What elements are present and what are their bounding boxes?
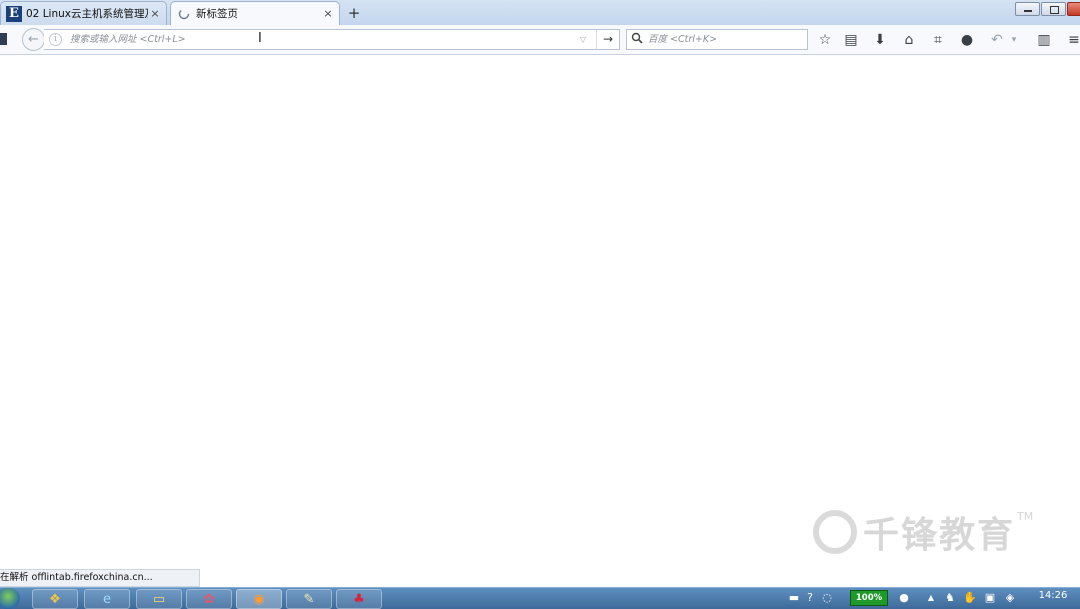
loading-icon bbox=[176, 6, 192, 22]
sidebar-icon[interactable]: ▥ bbox=[1034, 30, 1054, 50]
tab-new-tab[interactable]: 新标签页 × bbox=[170, 1, 340, 25]
tab-label: 02 Linux云主机系统管理及新 bbox=[26, 8, 148, 20]
tray-status-icon[interactable]: ◌ bbox=[820, 591, 834, 605]
tray-qq-icon[interactable]: ♞ bbox=[943, 591, 957, 605]
taskbar-explorer-icon[interactable]: ❖ bbox=[32, 589, 78, 609]
home-icon[interactable]: ⌂ bbox=[899, 30, 919, 50]
download-icon[interactable]: ⬇ bbox=[870, 30, 890, 50]
tab-linux-course[interactable]: E 02 Linux云主机系统管理及新 × bbox=[0, 1, 167, 25]
screenshot-icon[interactable]: ⌗ bbox=[928, 30, 948, 50]
maximize-button[interactable] bbox=[1041, 2, 1066, 16]
tray-app-icon[interactable]: ● bbox=[897, 591, 911, 605]
edu-favicon-icon: E bbox=[6, 5, 22, 22]
url-bar[interactable]: i ▽ → bbox=[44, 29, 620, 50]
chat-icon[interactable]: ● bbox=[957, 30, 977, 50]
watermark-logo-icon bbox=[813, 510, 857, 554]
go-arrow-icon[interactable]: → bbox=[596, 30, 619, 49]
new-tab-button[interactable]: + bbox=[345, 4, 363, 22]
search-bar[interactable] bbox=[626, 29, 808, 50]
close-window-button[interactable] bbox=[1067, 2, 1080, 16]
search-input[interactable] bbox=[648, 31, 803, 48]
taskbar-app-icon[interactable]: ✿ bbox=[186, 589, 232, 609]
back-button[interactable]: ← bbox=[22, 28, 45, 51]
menu-icon[interactable]: ≡ bbox=[1064, 30, 1080, 50]
search-icon[interactable] bbox=[631, 32, 645, 46]
info-icon[interactable]: i bbox=[49, 33, 62, 46]
watermark: 千锋教育 TM bbox=[813, 508, 1033, 556]
bookmark-star-icon[interactable]: ☆ bbox=[815, 30, 835, 50]
tab-close-icon[interactable]: × bbox=[321, 7, 335, 20]
sidebar-toggle-icon[interactable] bbox=[0, 33, 7, 45]
text-cursor-icon: I bbox=[258, 31, 262, 46]
minimize-button[interactable] bbox=[1015, 2, 1040, 16]
tab-strip: E 02 Linux云主机系统管理及新 × 新标签页 × + bbox=[0, 0, 1080, 25]
start-button-icon[interactable] bbox=[0, 588, 20, 609]
tab-label: 新标签页 bbox=[196, 8, 238, 20]
navigation-toolbar: ← i ▽ → ☆ ▤ ⬇ ⌂ ⌗ ● ↶ ▾ ▥ ≡ bbox=[0, 25, 1080, 55]
undo-dropdown-icon[interactable]: ▾ bbox=[1008, 30, 1020, 50]
clock[interactable]: 14:26 bbox=[1030, 590, 1076, 601]
tray-expand-icon[interactable]: ▲ bbox=[924, 591, 938, 605]
url-input[interactable] bbox=[70, 31, 550, 48]
battery-indicator[interactable]: 100% bbox=[850, 590, 888, 606]
tray-display-icon[interactable]: ▣ bbox=[983, 591, 997, 605]
undo-icon[interactable]: ↶ bbox=[987, 30, 1007, 50]
status-bar: 在解析 offlintab.firefoxchina.cn... bbox=[0, 569, 200, 587]
taskbar: ❖ e ▭ ✿ ◉ ✎ ♣ ▬ ? ◌ 100% ● ▲ ♞ ✋ ▣ ◈ 14:… bbox=[0, 587, 1080, 609]
url-history-dropdown-icon[interactable]: ▽ bbox=[577, 32, 589, 47]
taskbar-cherry-icon[interactable]: ♣ bbox=[336, 589, 382, 609]
taskbar-ie-icon[interactable]: e bbox=[84, 589, 130, 609]
tray-help-icon[interactable]: ? bbox=[803, 591, 817, 605]
taskbar-folder-icon[interactable]: ▭ bbox=[136, 589, 182, 609]
watermark-trademark: TM bbox=[1017, 510, 1034, 523]
taskbar-firefox-icon[interactable]: ◉ bbox=[236, 589, 282, 609]
watermark-text: 千锋教育 bbox=[863, 515, 1016, 556]
tray-volume-icon[interactable]: ◈ bbox=[1003, 591, 1017, 605]
taskbar-paint-icon[interactable]: ✎ bbox=[286, 589, 332, 609]
tray-hand-icon[interactable]: ✋ bbox=[963, 591, 977, 605]
tray-network-icon[interactable]: ▬ bbox=[787, 591, 801, 605]
reading-list-icon[interactable]: ▤ bbox=[841, 30, 861, 50]
tab-close-icon[interactable]: × bbox=[148, 7, 162, 20]
